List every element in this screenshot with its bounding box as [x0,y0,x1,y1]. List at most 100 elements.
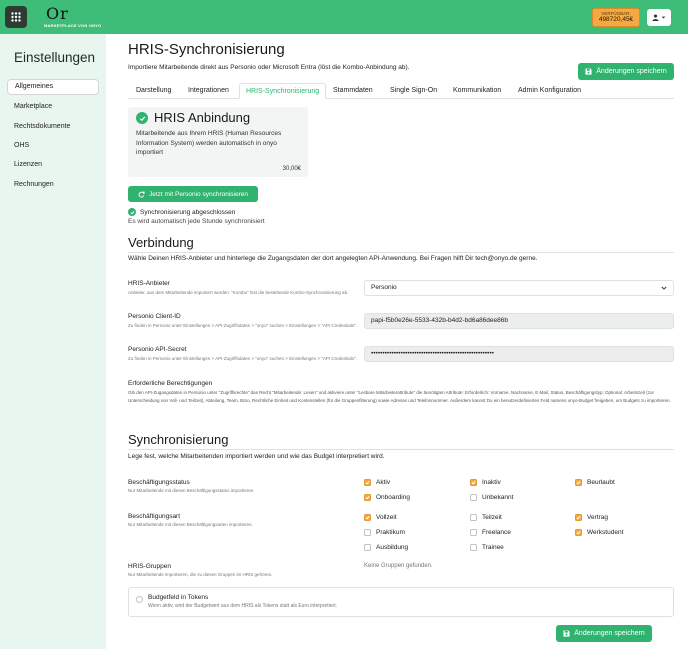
checkbox-unchecked-icon [470,529,477,536]
provider-select-value: Personio [371,284,397,291]
divider [128,252,674,253]
logo-subtitle: MARKETPLACE VON ONYO [44,23,102,28]
checkbox-type-ausbildung[interactable]: Ausbildung [364,544,408,551]
divider [128,449,674,450]
tab-single-sign-on[interactable]: Single Sign-On [384,83,443,99]
budget-tokens-label: Budgetfeld in Tokens [148,594,209,601]
checkbox-status-beurlaubt[interactable]: Beurlaubt [575,479,615,486]
logo-mark: Or [46,4,69,23]
checkbox-label: Onboarding [376,494,410,501]
secret-field[interactable]: ••••••••••••••••••••••••••••••••••••••••… [364,346,674,362]
tab-darstellung[interactable]: Darstellung [130,83,177,99]
sidebar-item-lizenzen[interactable]: Lizenzen [7,157,99,173]
sync-status-text: Synchronisierung abgeschlossen [140,208,236,216]
tab-hris-synchronisierung[interactable]: HRIS-Synchronisierung [239,83,327,99]
checkbox-label: Teilzeit [482,514,502,521]
sidebar-item-rechnungen[interactable]: Rechnungen [7,177,99,193]
sidebar-title: Einstellungen [14,50,96,65]
save-icon [563,630,570,637]
sidebar-item-rechtsdokumente[interactable]: Rechtsdokumente [7,119,99,135]
checkbox-label: Inaktiv [482,479,501,486]
secret-help: Zu finden in Personio unter Einstellunge… [128,356,357,361]
status-help: Nur Mitarbeitende mit diesen Beschäftigu… [128,488,255,493]
checkbox-status-onboarding[interactable]: Onboarding [364,494,410,501]
checkbox-checked-icon [364,514,371,521]
sidebar-item-allgemeines[interactable]: Allgemeines [7,79,99,95]
top-bar: Or MARKETPLACE VON ONYO VERFÜGBAR: 49872… [0,0,688,34]
section-title-synchronisierung: Synchronisierung [128,432,229,447]
section-title-verbindung: Verbindung [128,235,194,250]
chevron-down-icon [661,286,667,290]
toggle-radio[interactable] [136,596,143,603]
type-label: Beschäftigungsart [128,513,181,520]
checkbox-status-aktiv[interactable]: Aktiv [364,479,390,486]
checkbox-unchecked-icon [470,494,477,501]
checkbox-type-praktikum[interactable]: Praktikum [364,529,405,536]
logo[interactable]: Or MARKETPLACE VON ONYO [44,4,101,30]
save-icon [585,68,592,75]
checkbox-type-freelance[interactable]: Freelance [470,529,511,536]
tab-admin-konfiguration[interactable]: Admin Konfiguration [512,83,587,99]
checkbox-checked-icon [575,529,582,536]
balance-badge: VERFÜGBAR: 498720,45€ [592,8,640,27]
checkbox-type-vollzeit[interactable]: Vollzeit [364,514,397,521]
sync-status: Synchronisierung abgeschlossen [128,208,235,216]
save-button-bottom[interactable]: Änderungen speichern [556,625,652,642]
checkbox-label: Aktiv [376,479,391,486]
provider-select[interactable]: Personio [364,280,674,296]
sidebar-item-marketplace[interactable]: Marketplace [7,99,99,115]
hris-card-price: 30,00€ [282,166,301,172]
caret-down-icon [661,16,666,19]
checkbox-label: Unbekannt [482,494,514,501]
checkbox-type-trainee[interactable]: Trainee [470,544,504,551]
tab-kommunikation[interactable]: Kommunikation [447,83,507,99]
check-circle-icon [136,112,148,124]
sidebar: Einstellungen Allgemeines Marketplace Re… [0,34,106,649]
user-menu-button[interactable] [647,9,671,26]
budget-tokens-option[interactable]: Budgetfeld in Tokens Wenn aktiv, wird de… [128,587,674,617]
page-subtitle: Importiere Mitarbeitende direkt aus Pers… [128,64,410,71]
save-button-label: Änderungen speichern [596,68,667,75]
success-icon [128,208,136,216]
checkbox-unchecked-icon [470,544,477,551]
app-grid-button[interactable] [5,6,27,28]
checkbox-label: Vollzeit [376,514,397,521]
provider-label: HRIS-Anbieter [128,280,170,287]
checkbox-type-teilzeit[interactable]: Teilzeit [470,514,502,521]
client-id-field[interactable]: papi-f5b0e26e-5533-432b-b4d2-bd6a86dee86… [364,313,674,329]
checkbox-status-inaktiv[interactable]: Inaktiv [470,479,501,486]
user-icon [652,14,659,21]
budget-tokens-help: Wenn aktiv, wird der Budgetwert aus dem … [148,603,337,609]
checkbox-checked-icon [575,479,582,486]
save-button-label: Änderungen speichern [574,630,645,637]
checkbox-checked-icon [364,494,371,501]
groups-help: Nur Mitarbeitende importieren, die zu di… [128,572,273,577]
checkbox-status-unbekannt[interactable]: Unbekannt [470,494,513,501]
tab-integrationen[interactable]: Integrationen [182,83,235,99]
checkbox-unchecked-icon [364,529,371,536]
checkbox-label: Praktikum [376,529,405,536]
groups-empty-text: Keine Gruppen gefunden. [364,563,433,569]
sidebar-item-ohs[interactable]: OHS [7,138,99,154]
checkbox-checked-icon [470,479,477,486]
sync-now-button[interactable]: Jetzt mit Personio synchronisieren [128,186,258,202]
checkbox-unchecked-icon [364,544,371,551]
checkbox-checked-icon [575,514,582,521]
secret-label: Personio API-Secret [128,346,187,353]
sync-note: Es wird automatisch jede Stunde synchron… [128,218,265,225]
client-id-help: Zu finden in Personio unter Einstellunge… [128,323,357,328]
section-subtitle-synchronisierung: Lege fest, welche Mitarbeitenden importi… [128,453,385,460]
tab-stammdaten[interactable]: Stammdaten [327,83,379,99]
checkbox-type-vertrag[interactable]: Vertrag [575,514,608,521]
save-button-top[interactable]: Änderungen speichern [578,63,674,80]
hris-card-description: Mitarbeitende aus Ihrem HRIS (Human Reso… [136,130,282,156]
checkbox-label: Trainee [482,544,504,551]
tab-bar: Darstellung Integrationen HRIS-Synchroni… [128,83,674,99]
sync-now-label: Jetzt mit Personio synchronisieren [149,190,248,198]
checkbox-type-werkstudent[interactable]: Werkstudent [575,529,623,536]
type-help: Nur Mitarbeitende mit diesen Beschäftigu… [128,522,253,527]
provider-help: Anbieter, aus dem Mitarbeitende importie… [128,290,349,295]
refresh-icon [138,191,145,197]
hris-card-title: HRIS Anbindung [154,110,251,125]
permissions-text: Gib den API-Zugangsdaten in Personio unt… [128,390,671,403]
